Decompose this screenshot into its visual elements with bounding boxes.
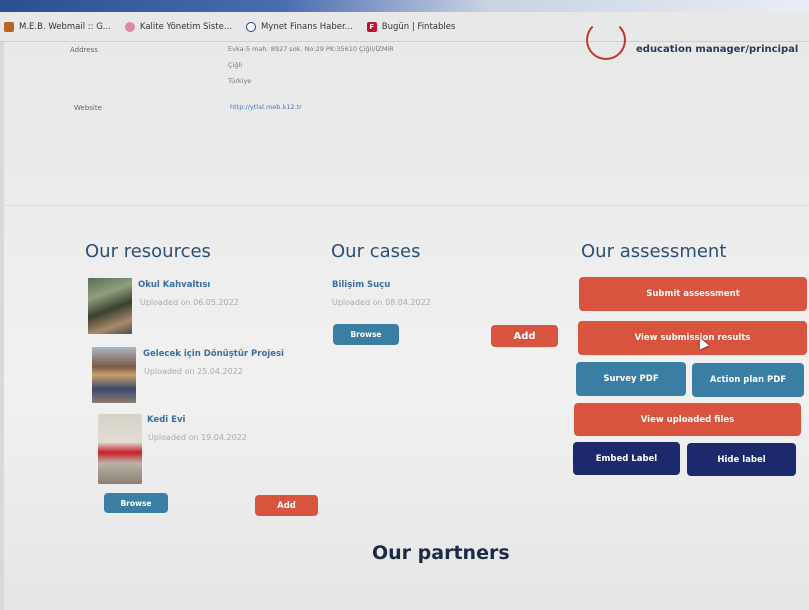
- view-submission-results-button[interactable]: View submission results: [578, 321, 807, 355]
- kalite-icon: [124, 21, 135, 32]
- cases-add-button[interactable]: Add: [491, 325, 558, 347]
- resources-heading: Our resources: [85, 241, 211, 262]
- hide-label-button[interactable]: Hide label: [687, 443, 796, 476]
- bookmark-mynet[interactable]: Mynet Finans Haber...: [245, 21, 353, 32]
- resource-thumbnail[interactable]: [88, 278, 132, 334]
- action-plan-pdf-button[interactable]: Action plan PDF: [692, 363, 804, 397]
- bookmark-label: Kalite Yönetim Siste...: [139, 21, 232, 32]
- meb-icon: [4, 21, 14, 32]
- bookmark-fintables[interactable]: F Bugün | Fintables: [366, 21, 456, 32]
- org-logo: [586, 20, 626, 60]
- partners-heading: Our partners: [372, 542, 510, 564]
- survey-pdf-button[interactable]: Survey PDF: [576, 362, 686, 396]
- address-label: Address: [70, 46, 98, 54]
- case-title[interactable]: Bilişim Suçu: [332, 280, 390, 290]
- bookmark-label: Mynet Finans Haber...: [260, 21, 353, 32]
- mynet-icon: [245, 21, 256, 32]
- bookmarks-bar: M.E.B. Webmail :: G... Kalite Yönetim Si…: [0, 12, 809, 42]
- assessment-heading: Our assessment: [581, 241, 727, 262]
- website-label: Website: [74, 104, 102, 112]
- resource-title[interactable]: Kedi Evi: [147, 415, 185, 425]
- bookmark-meb[interactable]: M.E.B. Webmail :: G...: [4, 21, 111, 32]
- resource-thumbnail[interactable]: [98, 414, 142, 484]
- resource-date: Uploaded on 19.04.2022: [148, 433, 247, 442]
- fintables-icon: F: [366, 21, 377, 32]
- cases-heading: Our cases: [331, 241, 421, 262]
- website-link[interactable]: http://ytlal.meb.k12.tr: [230, 103, 302, 111]
- section-divider: [4, 205, 809, 206]
- resource-title[interactable]: Okul Kahvaltısı: [138, 280, 210, 290]
- address-line-3: Türkiye: [228, 77, 252, 85]
- cases-browse-button[interactable]: Browse: [333, 324, 399, 345]
- resource-thumbnail[interactable]: [92, 347, 136, 403]
- case-date: Uploaded on 08.04.2022: [332, 298, 431, 307]
- bookmark-kalite[interactable]: Kalite Yönetim Siste...: [124, 21, 232, 32]
- resource-title[interactable]: Gelecek için Dönüştür Projesi: [143, 349, 284, 359]
- embed-label-button[interactable]: Embed Label: [573, 442, 680, 475]
- submit-assessment-button[interactable]: Submit assessment: [579, 277, 807, 311]
- address-line-2: Çiğli: [228, 61, 243, 69]
- bookmark-label: M.E.B. Webmail :: G...: [19, 21, 111, 32]
- view-uploaded-files-button[interactable]: View uploaded files: [574, 403, 801, 436]
- resources-browse-button[interactable]: Browse: [104, 493, 168, 513]
- user-role: education manager/principal: [636, 44, 799, 55]
- resource-date: Uploaded on 06.05.2022: [140, 298, 239, 307]
- bookmark-label: Bugün | Fintables: [381, 21, 456, 32]
- browser-title-strip: [0, 0, 809, 12]
- address-line-1: Evka-5 mah. 8927 sok. No:29 PK:35610 Çiğ…: [228, 45, 394, 53]
- resources-add-button[interactable]: Add: [255, 495, 318, 516]
- page-content: Address Evka-5 mah. 8927 sok. No:29 PK:3…: [4, 20, 809, 610]
- resource-date: Uploaded on 25.04.2022: [144, 367, 243, 376]
